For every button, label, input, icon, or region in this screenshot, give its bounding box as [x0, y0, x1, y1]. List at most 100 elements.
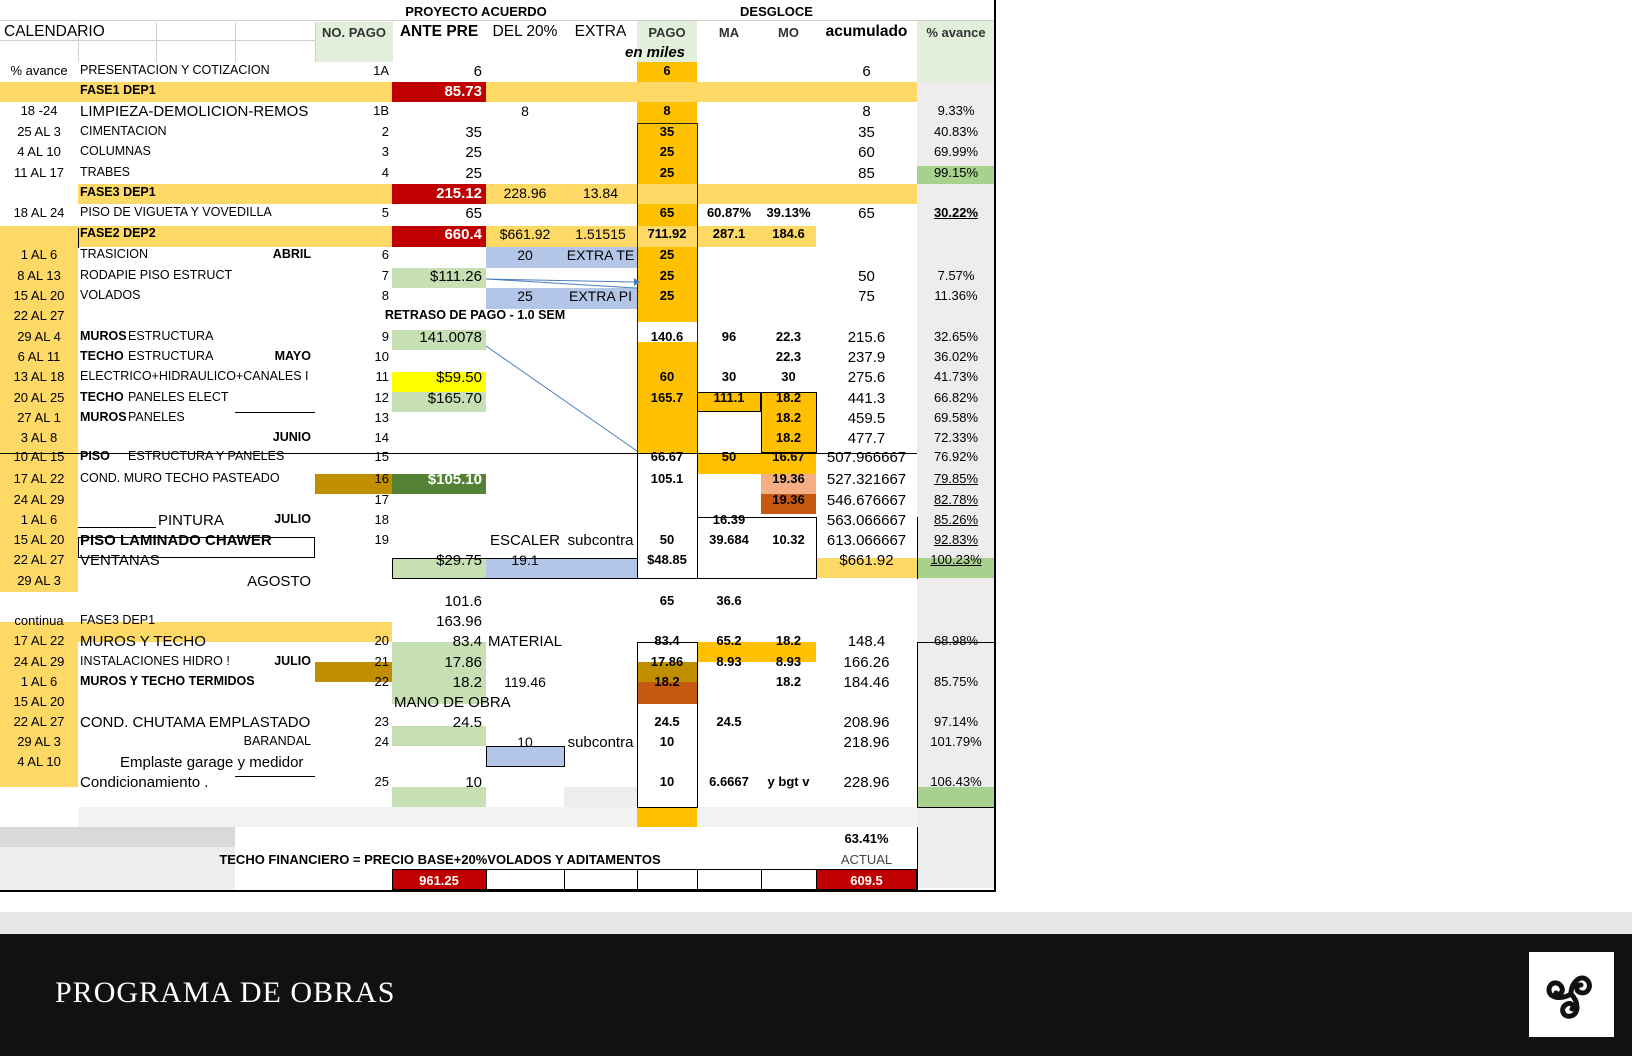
cell-extra: subcontra: [567, 734, 634, 751]
cell-pago: 50: [659, 532, 675, 547]
cell-pct: 106.43%: [930, 774, 982, 789]
no-pago-header: NO. PAGO: [321, 25, 387, 40]
cell-cal: 20 AL 25: [13, 390, 65, 405]
cell-mo: 8.93: [775, 654, 802, 669]
cell-no: 15: [374, 449, 389, 464]
cell-acum: 613.066667: [826, 532, 907, 549]
cell-extra: subcontra: [567, 532, 634, 549]
cell-cal: 6 AL 11: [17, 349, 61, 364]
cell-ma: 36.6: [716, 593, 742, 608]
cell-pct: 30.22%: [933, 205, 979, 220]
total-ante-pre: 961.25: [419, 873, 459, 888]
mo-header: MO: [778, 25, 799, 40]
cell-desc: COND. CHUTAMA EMPLASTADO: [80, 714, 311, 731]
cell-pago: 60: [659, 369, 675, 384]
cell-mo: 10.32: [772, 532, 805, 547]
cell-month: BARANDAL: [243, 734, 311, 748]
cell-ante: 163.96: [436, 613, 482, 630]
cell-cal: % avance: [10, 63, 68, 78]
cell-desc-bold: TECHO: [80, 350, 124, 363]
cell-pct: 79.85%: [933, 471, 979, 486]
cell-no: 16: [374, 471, 389, 486]
cell-acum: 215.6: [847, 329, 886, 346]
cell-pct: 85.75%: [933, 674, 979, 689]
cell-no: 22: [374, 674, 389, 689]
cell-del20: 20: [517, 247, 533, 263]
cell-pct: 101.79%: [930, 734, 982, 749]
cell-desc: RODAPIE PISO ESTRUCT: [80, 268, 233, 282]
cell-no: 11: [375, 369, 390, 384]
cell-ante: $59.50: [436, 369, 482, 386]
cell-pago: 10: [659, 774, 675, 789]
cell-del20: ESCALER: [489, 532, 561, 549]
actual-label: ACTUAL: [840, 852, 893, 867]
cell-ante: 215.12: [436, 185, 482, 202]
cell-acum: 228.96: [843, 774, 890, 791]
cell-ma: 50: [721, 449, 737, 464]
cell-ma: 16.39: [712, 512, 746, 527]
cell-pct: 97.14%: [933, 714, 979, 729]
cell-acum: 218.96: [843, 734, 890, 751]
cell-mo: 16.67: [772, 449, 805, 464]
cell-acum: 563.066667: [826, 512, 907, 529]
cell-mo: 18.2: [775, 633, 802, 648]
desc-bold-part: MUROS: [80, 410, 127, 424]
cell-pct: 69.99%: [933, 144, 979, 159]
cell-pct: 76.92%: [933, 449, 979, 464]
techo-financiero-label: TECHO FINANCIERO = PRECIO BASE+20%VOLADO…: [219, 852, 661, 867]
cell-desc: VOLADOS: [80, 288, 141, 302]
cell-acum: 8: [862, 103, 871, 120]
cell-ma: 287.1: [712, 226, 746, 241]
cell-desc: LIMPIEZA-DEMOLICION-REMOS: [80, 103, 309, 120]
cell-acum: 441.3: [847, 390, 886, 407]
cell-cal: 18 AL 24: [13, 205, 65, 220]
cell-acum: 166.26: [843, 654, 890, 671]
cell-desc: Condicionamiento .: [80, 774, 209, 791]
cell-ma: 8.93: [716, 654, 742, 669]
cell-month: ABRIL: [272, 247, 311, 261]
cell-acum: 477.7: [847, 430, 886, 447]
cell-ma: 65.2: [716, 633, 742, 648]
cell-acum: 459.5: [847, 410, 886, 427]
cell-no: 13: [374, 410, 389, 425]
cell-pago: 711.92: [647, 226, 687, 241]
cell-pct: 72.33%: [933, 430, 979, 445]
cell-ante: $165.70: [427, 390, 482, 407]
cell-no: 10: [374, 349, 389, 364]
cell-ante: 17.86: [444, 654, 482, 671]
cell-cal: 29 AL 3: [17, 573, 61, 588]
cell-cal: 27 AL 1: [17, 410, 61, 425]
cell-pct: 99.15%: [933, 165, 979, 180]
ma-header: MA: [718, 25, 740, 40]
cell-desc: FASE3 DEP1: [80, 185, 156, 199]
cell-no: 6: [381, 247, 389, 262]
acumulado-header: acumulado: [825, 23, 908, 40]
cell-pct: 68.98%: [933, 633, 979, 648]
cell-cal: 13 AL 18: [13, 369, 65, 384]
cell-pct: 40.83%: [933, 124, 979, 139]
cell-acum: 85: [858, 165, 875, 182]
cell-month: JULIO: [274, 654, 311, 668]
cell-acum: 237.9: [847, 349, 886, 366]
cell-no: 20: [374, 633, 389, 648]
cell-no: 4: [381, 165, 389, 180]
cell-acum: 507.966667: [826, 449, 907, 466]
cell-desc: CIMENTACION: [80, 124, 167, 138]
cell-pago: 165.7: [650, 390, 684, 405]
cell-cal: 3 AL 8: [20, 430, 58, 445]
cell-no: 25: [374, 774, 389, 789]
cell-acum: 208.96: [843, 714, 890, 731]
cell-acum: 546.676667: [826, 492, 907, 509]
cell-del20: 228.96: [503, 185, 547, 201]
separator-bar: [0, 912, 1632, 934]
cell-cal: 22 AL 27: [13, 714, 65, 729]
cell-mo: 18.2: [775, 674, 802, 689]
cell-acum: 65: [858, 205, 875, 222]
cell-ante: 24.5: [452, 714, 482, 731]
cell-extra: EXTRA PI: [568, 288, 633, 304]
cell-acum: 184.46: [843, 674, 890, 691]
cell-mo: 30: [781, 369, 796, 384]
cell-ma: 30: [721, 369, 737, 384]
cell-pago: 6: [663, 63, 671, 78]
cell-pct: 9.33%: [937, 103, 975, 118]
